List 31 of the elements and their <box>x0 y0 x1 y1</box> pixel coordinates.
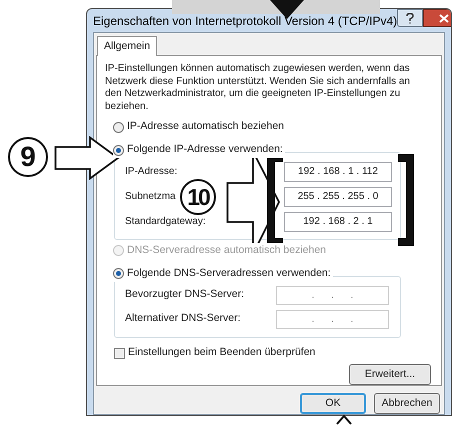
dialog-button[interactable]: Abbrechen <box>374 393 440 414</box>
checkbox[interactable] <box>114 348 125 359</box>
radio-label: Folgende DNS-Serveradressen verwenden: <box>127 266 331 281</box>
ip-address-field[interactable]: . . . <box>276 310 389 328</box>
radio-button[interactable] <box>113 122 124 133</box>
ip-address-field[interactable]: . . . <box>276 286 389 304</box>
step-number: 9 <box>8 137 48 177</box>
help-icon <box>406 12 414 24</box>
field-label: Subnetzma <box>125 190 176 204</box>
checkbox-label: Einstellungen beim Beenden überprüfen <box>128 345 316 360</box>
description-text: IP-Einstellungen können automatisch zugewiesen werden, wenn das Netzwerk diese Funktion unterstützt. Wenden Sie sich andernfalls an den Netzwerkadministrator, um die geeigneten IP-Einstellungen zu beziehen. <box>105 63 411 114</box>
field-label: Standardgateway: <box>125 215 206 230</box>
up-caret-icon <box>336 414 352 425</box>
right-bracket-icon <box>398 154 414 246</box>
field-label: Bevorzugter DNS-Server: <box>125 287 246 302</box>
ip-address-field[interactable]: 192 . 168 . 1 . 112 <box>284 162 392 182</box>
field-label: Alternativer DNS-Server: <box>125 311 242 326</box>
radio-button[interactable] <box>113 144 124 156</box>
radio-label: IP-Adresse automatisch beziehen <box>127 119 284 134</box>
advanced-button[interactable]: Erweitert... <box>349 364 431 385</box>
tab[interactable]: Allgemein <box>97 36 158 56</box>
radio-button[interactable] <box>113 268 124 280</box>
field-label: IP-Adresse: <box>125 165 178 180</box>
ip-address-field[interactable]: 255 . 255 . 255 . 0 <box>284 186 392 207</box>
radio-label: Folgende IP-Adresse verwenden: <box>127 142 283 158</box>
window-title: Eigenschaften von Internetprotokoll Version 4 (TCP/IPv4) <box>93 12 398 30</box>
dialog-button[interactable]: OK <box>300 393 366 414</box>
radio-label: DNS-Serveradresse automatisch beziehen <box>127 243 326 258</box>
close-icon <box>439 14 450 22</box>
help-button[interactable] <box>397 9 424 27</box>
ip-address-field[interactable]: 192 . 168 . 2 . 1 <box>284 212 392 232</box>
